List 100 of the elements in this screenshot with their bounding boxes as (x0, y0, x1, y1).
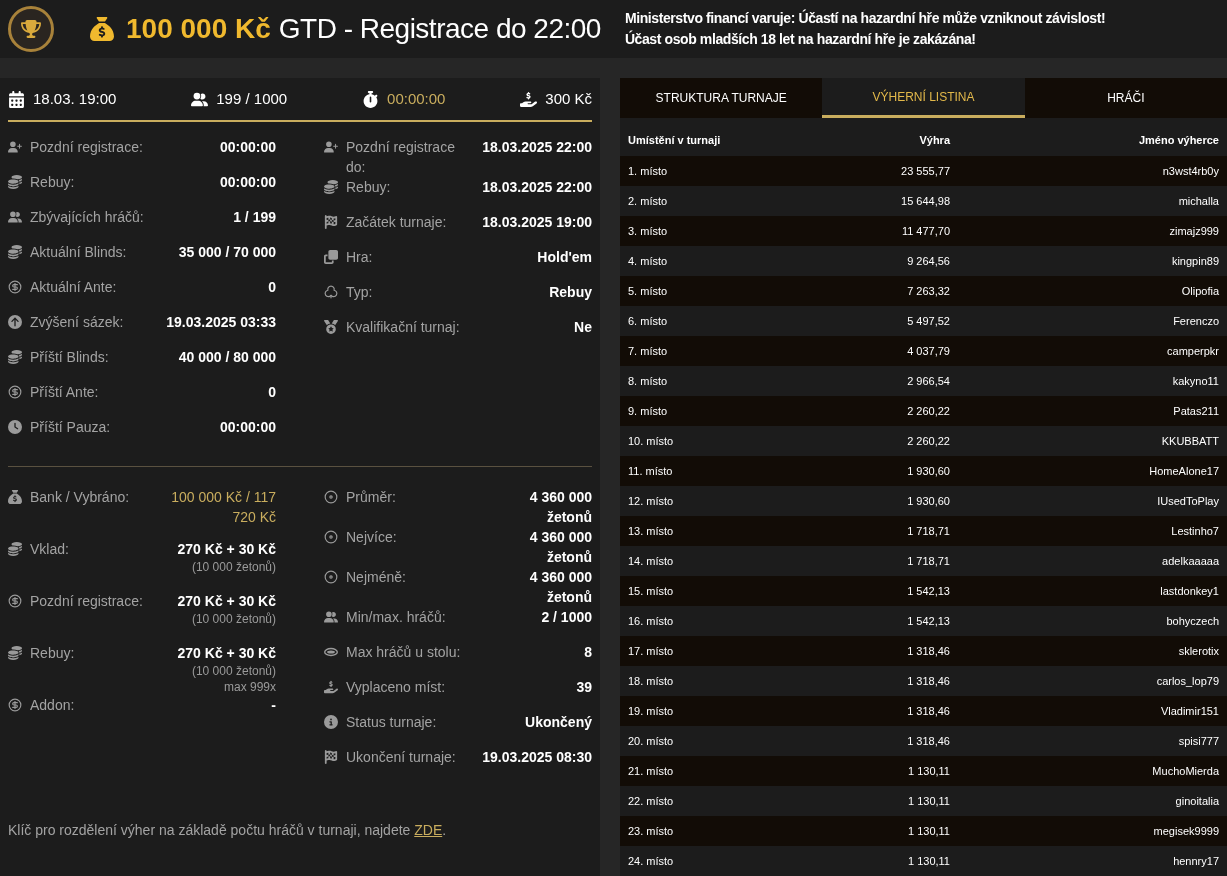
table-cell-text: 1 930,60 (906, 493, 950, 509)
coins-icon (8, 175, 22, 189)
tab[interactable]: HRÁČI (1024, 78, 1227, 118)
table-cell-text: Patas211 (1172, 403, 1219, 419)
table-cell-text: 1 130,11 (907, 823, 950, 839)
field-label: Max hráčů u stolu: (346, 643, 461, 662)
field-value: 0 (268, 278, 276, 297)
table-cell-text: ginoitalia (1174, 793, 1219, 809)
field-label: Min/max. hráčů: (346, 608, 446, 627)
table-cell-text: hennry17 (1172, 853, 1219, 869)
table-cell-text: 6. místo (628, 313, 669, 329)
dollar-circle-icon (8, 385, 22, 399)
field-value: Ukončený (525, 713, 592, 732)
table-cell-text: 19. místo (628, 703, 675, 719)
table-cell-text: 1 318,46 (906, 643, 950, 659)
field-value: 19.03.2025 08:30 (482, 748, 592, 767)
table-cell-text: 11 477,70 (900, 223, 950, 239)
summary-value: 300 Kč (545, 88, 592, 109)
summary-value: 18.03. 19:00 (33, 88, 117, 109)
field-label: Typ: (346, 283, 373, 302)
field-label: Vyplaceno míst: (346, 678, 446, 697)
field-value: 4 360 000 žetonů (528, 488, 592, 527)
field-value: 18.03.2025 19:00 (482, 213, 592, 232)
summary-value: 00:00:00 (387, 88, 446, 109)
table-cell-text: 16. místo (628, 613, 675, 629)
table-cell-text: Ferenczo (1172, 313, 1219, 329)
dollar-circle-icon (8, 280, 22, 294)
field-label: Rebuy: (30, 173, 75, 192)
table-cell-text: 2. místo (628, 193, 669, 209)
table-cell-text: 1 542,13 (906, 613, 950, 629)
field-value: 0 (268, 383, 276, 402)
table-icon (324, 645, 338, 659)
user-plus-icon (8, 140, 22, 154)
payout-key-note: Klíč pro rozdělení výher na základě počtu hráčů v turnaji, najdete ZDE. (8, 821, 448, 840)
field-value: 4 360 000 žetonů (528, 568, 592, 607)
field-label: Příští Blinds: (30, 348, 109, 367)
table-cell-text: 23. místo (628, 823, 675, 839)
table-cell-text: 18. místo (628, 673, 675, 689)
column-header: Jméno výherce (1137, 132, 1219, 148)
checkered-flag-icon (324, 750, 338, 764)
table-cell-text: 3. místo (628, 223, 669, 239)
field-label: Pozdní registrace do: (346, 138, 456, 177)
field-label: Bank / Vybráno: (30, 488, 130, 507)
table-cell-text: 10. místo (628, 433, 675, 449)
table-cell-text: bohyczech (1165, 613, 1219, 629)
table-cell-text: 13. místo (628, 523, 675, 539)
table-cell-text: lastdonkey1 (1159, 583, 1219, 599)
table-cell-text: 1. místo (628, 163, 669, 179)
table-cell-text: 14. místo (628, 553, 675, 569)
field-label: Zbývajících hráčů: (30, 208, 144, 227)
field-note: (10 000 žetonů) max 999x (190, 663, 276, 695)
tournament-title: GTD - Registrace do 22:00 (278, 12, 601, 46)
table-cell-text: spisi777 (1177, 733, 1219, 749)
field-label: Rebuy: (346, 178, 391, 197)
table-cell-text: 9. místo (628, 403, 669, 419)
field-label: Nejvíce: (346, 528, 397, 547)
club-icon (324, 285, 338, 299)
column-header: Výhra (918, 132, 950, 148)
users-icon (191, 90, 209, 108)
tab[interactable]: VÝHERNÍ LISTINA (822, 78, 1025, 118)
table-cell-text: 1 318,46 (906, 673, 950, 689)
table-cell-text: 4 037,79 (906, 343, 950, 359)
table-cell-text: IUsedToPlay (1156, 493, 1219, 509)
field-value: Rebuy (549, 283, 592, 302)
field-value: 18.03.2025 22:00 (482, 138, 592, 157)
table-cell-text: michalla (1177, 193, 1219, 209)
users-icon (8, 210, 22, 224)
field-value: 2 / 1000 (541, 608, 592, 627)
table-cell-text: 8. místo (628, 373, 669, 389)
info-icon (324, 715, 338, 729)
tab[interactable]: STRUKTURA TURNAJE (620, 78, 823, 118)
coins-icon (8, 350, 22, 364)
field-value: 270 Kč + 30 Kč (177, 644, 276, 663)
table-cell-text: 21. místo (628, 763, 675, 779)
table-cell-text: n3wst4rb0y (1161, 163, 1219, 179)
cards-icon (324, 250, 338, 264)
table-cell-text: 15 644,98 (900, 193, 950, 209)
table-cell-text: HomeAlone17 (1148, 463, 1219, 479)
coins-icon (324, 180, 338, 194)
table-cell-text: kakyno11 (1171, 373, 1219, 389)
table-cell-text: 15. místo (628, 583, 675, 599)
money-bag-icon (8, 490, 22, 504)
field-label: Hra: (346, 248, 373, 267)
table-cell-text: 1 318,46 (906, 733, 950, 749)
money-bag-icon (90, 17, 114, 41)
table-cell-text: 1 130,11 (907, 763, 950, 779)
table-cell-text: zimajz999 (1168, 223, 1219, 239)
field-label: Příští Ante: (30, 383, 99, 402)
table-cell-text: 1 718,71 (906, 523, 950, 539)
field-label: Příští Pauza: (30, 418, 111, 437)
field-label: Průměr: (346, 488, 396, 507)
table-cell-text: 4. místo (628, 253, 669, 269)
field-value: 39 (576, 678, 592, 697)
field-label: Pozdní registrace: (30, 592, 143, 611)
field-label: Pozdní registrace: (30, 138, 143, 157)
table-cell-text: 7 263,32 (906, 283, 950, 299)
field-value: 100 000 Kč / 117 720 Kč (170, 488, 276, 527)
user-plus-icon (324, 140, 338, 154)
hand-coin-icon (324, 680, 338, 694)
table-cell-text: KKUBBATT (1160, 433, 1219, 449)
